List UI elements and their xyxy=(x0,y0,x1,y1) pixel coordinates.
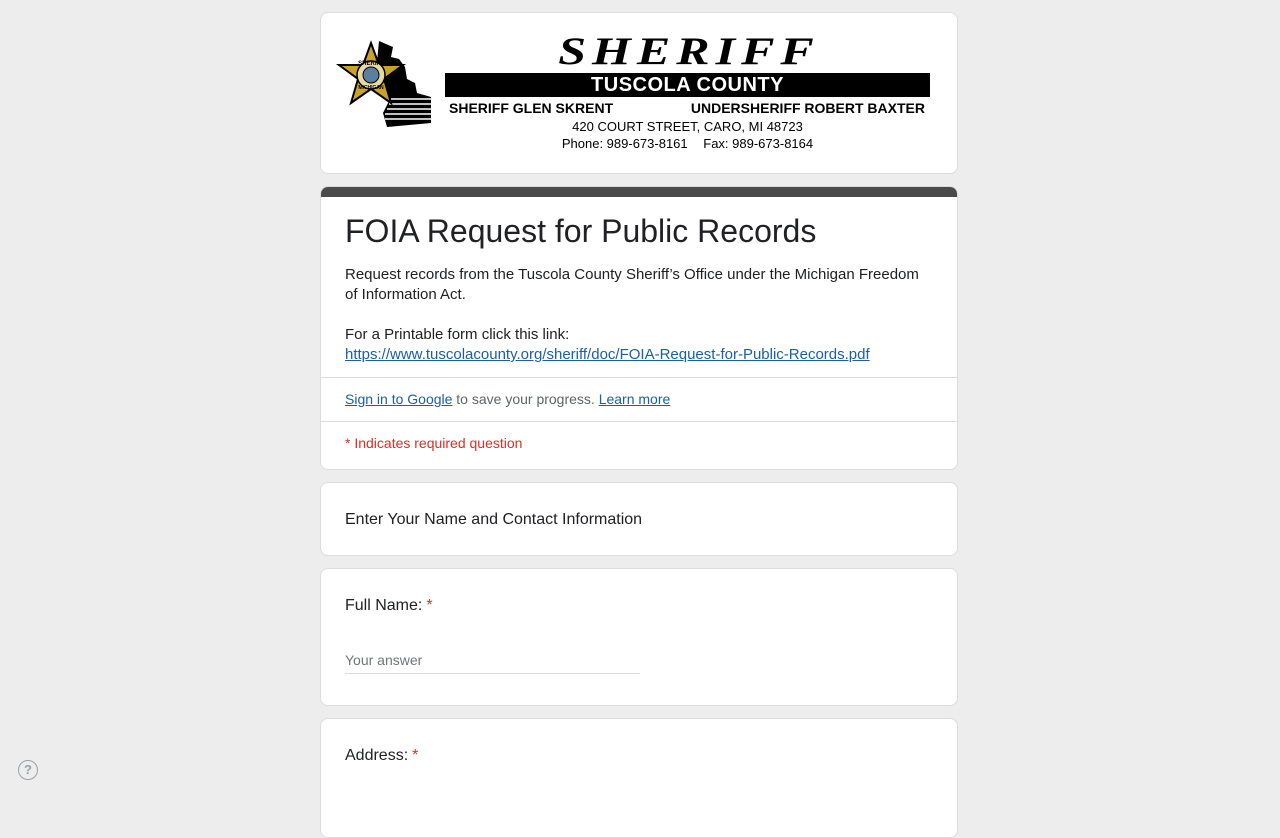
description-text: Request records from the Tuscola County … xyxy=(345,266,919,303)
section-header-card: Enter Your Name and Contact Information xyxy=(320,482,958,556)
signin-prompt: Sign in to Google to save your progress.… xyxy=(345,389,670,409)
svg-text:SHERIFF: SHERIFF xyxy=(358,61,384,67)
question-label: Full Name: * xyxy=(345,595,433,617)
required-question-note: * Indicates required question xyxy=(345,435,523,451)
help-icon[interactable]: ? xyxy=(18,760,38,780)
learn-more-link[interactable]: Learn more xyxy=(599,391,671,407)
sign-in-link[interactable]: Sign in to Google xyxy=(345,391,452,407)
phone-number: Phone: 989-673-8161 xyxy=(561,136,688,151)
office-phones: Phone: 989-673-8161 Fax: 989-673-8164 xyxy=(445,136,930,151)
question-label-text: Full Name: xyxy=(345,597,423,614)
question-address: Address: * xyxy=(320,718,958,838)
undersheriff-name: UNDERSHERIFF ROBERT BAXTER xyxy=(690,100,925,116)
county-name-bar: TUSCOLA COUNTY xyxy=(445,73,930,97)
signin-text: to save your progress. xyxy=(452,391,599,407)
question-label-text: Address: xyxy=(345,747,409,764)
required-asterisk: * xyxy=(426,597,433,614)
divider xyxy=(321,421,957,422)
svg-text:MICHIGAN: MICHIGAN xyxy=(358,85,384,91)
form-title: FOIA Request for Public Records xyxy=(345,213,817,249)
question-label: Address: * xyxy=(345,745,418,767)
printable-form-label: For a Printable form click this link: xyxy=(345,326,570,343)
header-banner: SHERIFF MICHIGAN SHERIFF TUSCOLA COUNTY … xyxy=(320,12,958,174)
divider xyxy=(321,377,957,378)
sheriff-name: SHERIFF GLEN SKRENT xyxy=(449,100,614,116)
office-address: 420 COURT STREET, CARO, MI 48723 xyxy=(572,119,803,134)
sheriff-wordmark: SHERIFF xyxy=(558,28,820,73)
printable-form-link[interactable]: https://www.tuscolacounty.org/sheriff/do… xyxy=(345,346,870,363)
required-asterisk: * xyxy=(412,747,419,764)
fax-number: Fax: 989-673-8164 xyxy=(703,136,814,151)
full-name-input[interactable] xyxy=(345,647,640,674)
form-title-card: FOIA Request for Public Records Request … xyxy=(320,186,958,470)
sheriff-badge-logo: SHERIFF MICHIGAN xyxy=(335,37,435,129)
form-description: Request records from the Tuscola County … xyxy=(345,265,935,365)
form-accent-bar xyxy=(321,187,957,197)
question-full-name: Full Name: * xyxy=(320,568,958,706)
section-title: Enter Your Name and Contact Information xyxy=(345,511,643,528)
